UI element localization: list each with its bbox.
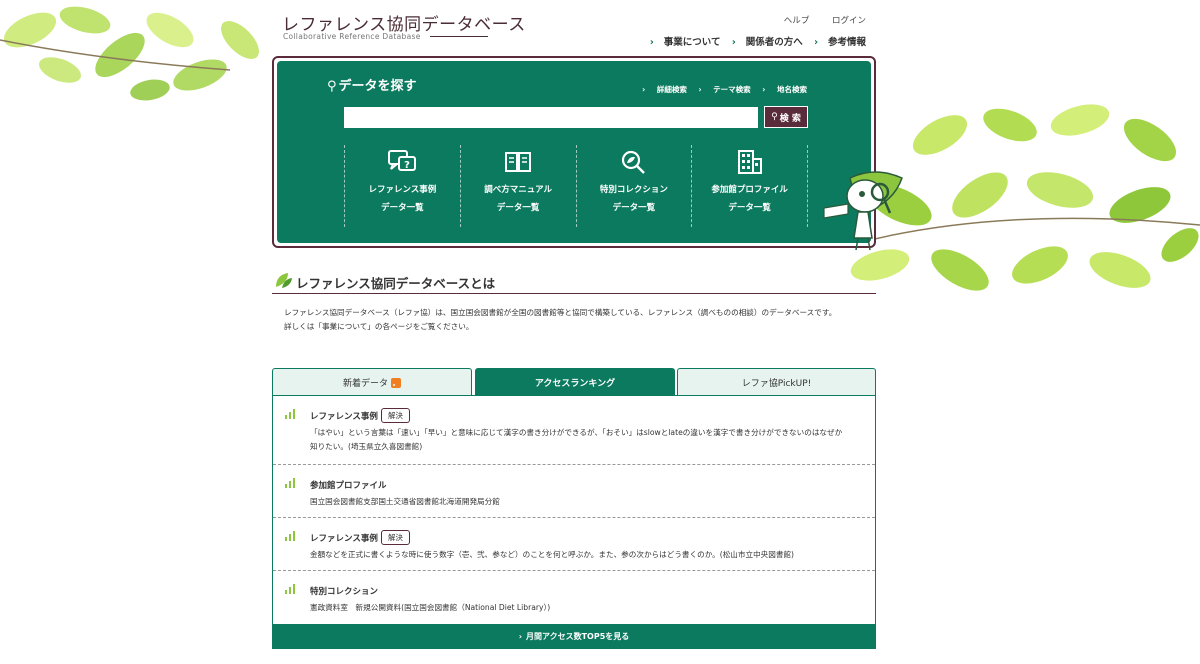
building-icon xyxy=(737,150,762,174)
list-item[interactable]: レファレンス事例 解決 金額などを正式に書くような時に使う数字（壱、弐、参など）… xyxy=(273,518,875,571)
nav-about[interactable]: › 事業について xyxy=(650,37,721,48)
rss-icon[interactable] xyxy=(391,377,401,388)
leaf-icon xyxy=(276,273,292,288)
status-badge: 解決 xyxy=(381,530,410,545)
status-badge: 解決 xyxy=(381,408,410,423)
login-link[interactable]: ログイン xyxy=(832,16,866,26)
svg-text:?: ? xyxy=(404,160,410,171)
chevron-right-icon: › xyxy=(814,37,818,48)
more-ranking-button[interactable]: › 月間アクセス数TOP5を見る xyxy=(273,624,875,648)
ranking-bars-icon xyxy=(285,531,295,541)
mascot-illustration xyxy=(823,171,903,251)
book-icon xyxy=(505,152,532,172)
magnifier-leaf-icon xyxy=(621,150,645,174)
category-research-manuals[interactable]: 調べ方マニュアル データ一覧 xyxy=(459,145,576,227)
advanced-search-link[interactable]: › 詳細検索 xyxy=(642,85,687,94)
ranking-list: レファレンス事例 解決 「はやい」という言葉は「速い」「早い」と意味に応じて漢字… xyxy=(272,395,876,649)
ranking-bars-icon xyxy=(285,409,295,419)
ranking-bars-icon xyxy=(285,478,295,488)
search-icon: ⚲ xyxy=(327,79,337,94)
list-item[interactable]: 特別コレクション 憲政資料室 新規公開資料(国立国会図書館（National D… xyxy=(273,571,875,625)
theme-search-link[interactable]: › テーマ検索 xyxy=(698,85,750,94)
search-button[interactable]: ⚲ 検 索 xyxy=(764,106,808,128)
nav-reference-info[interactable]: › 参考情報 xyxy=(814,37,866,48)
search-heading: ⚲ データを探す xyxy=(327,79,417,94)
tab-pickup[interactable]: レファ協PickUP! xyxy=(677,368,876,396)
chevron-right-icon: › xyxy=(649,37,654,48)
category-links: ? レファレンス事例 データ一覧 調べ方マニュアル データ一覧 特別コレクション… xyxy=(344,145,808,227)
search-input[interactable] xyxy=(344,107,758,128)
chevron-right-icon: › xyxy=(518,631,522,641)
about-section-heading: レファレンス協同データベースとは xyxy=(272,270,876,294)
list-item[interactable]: 参加館プロファイル 国立国会図書館支部国土交通省図書館北海道開発局分館 xyxy=(273,465,875,518)
category-special-collections[interactable]: 特別コレクション データ一覧 xyxy=(575,145,692,227)
tab-new-data[interactable]: 新着データ xyxy=(272,368,472,396)
site-logo-subtitle: Collaborative Reference Database xyxy=(283,32,421,41)
main-nav: › 事業について › 関係者の方へ › 参考情報 xyxy=(642,34,866,48)
chat-question-icon: ? xyxy=(388,150,417,171)
search-panel-inner: ⚲ データを探す › 詳細検索 › テーマ検索 › 地名検索 ⚲ 検 索 ? レファ… xyxy=(277,61,871,243)
search-sublinks: › 詳細検索 › テーマ検索 › 地名検索 xyxy=(633,84,807,95)
site-header: レファレンス協同データベース Collaborative Reference D… xyxy=(272,8,876,52)
search-icon: ⚲ xyxy=(771,112,778,122)
category-reference-cases[interactable]: ? レファレンス事例 データ一覧 xyxy=(344,145,460,227)
place-search-link[interactable]: › 地名検索 xyxy=(762,85,807,94)
about-description: レファレンス協同データベース（レファ協）は、国立国会図書館が全国の図書館等と協同… xyxy=(284,308,837,332)
tab-access-ranking[interactable]: アクセスランキング xyxy=(475,368,675,396)
logo-underline xyxy=(430,36,488,37)
nav-stakeholders[interactable]: › 関係者の方へ xyxy=(732,37,803,48)
chevron-right-icon: › xyxy=(731,37,736,48)
leaves-decoration-left xyxy=(0,6,259,101)
help-link[interactable]: ヘルプ xyxy=(784,16,810,26)
search-panel: ⚲ データを探す › 詳細検索 › テーマ検索 › 地名検索 ⚲ 検 索 ? レファ… xyxy=(272,56,876,248)
content-tabs: 新着データ アクセスランキング レファ協PickUP! xyxy=(272,368,876,396)
top-links: ヘルプ ログイン xyxy=(764,14,866,26)
list-item[interactable]: レファレンス事例 解決 「はやい」という言葉は「速い」「早い」と意味に応じて漢字… xyxy=(273,396,875,465)
about-title: レファレンス協同データベースとは xyxy=(296,276,496,291)
ranking-bars-icon xyxy=(285,584,295,594)
category-member-profiles[interactable]: 参加館プロファイル データ一覧 xyxy=(691,145,808,227)
